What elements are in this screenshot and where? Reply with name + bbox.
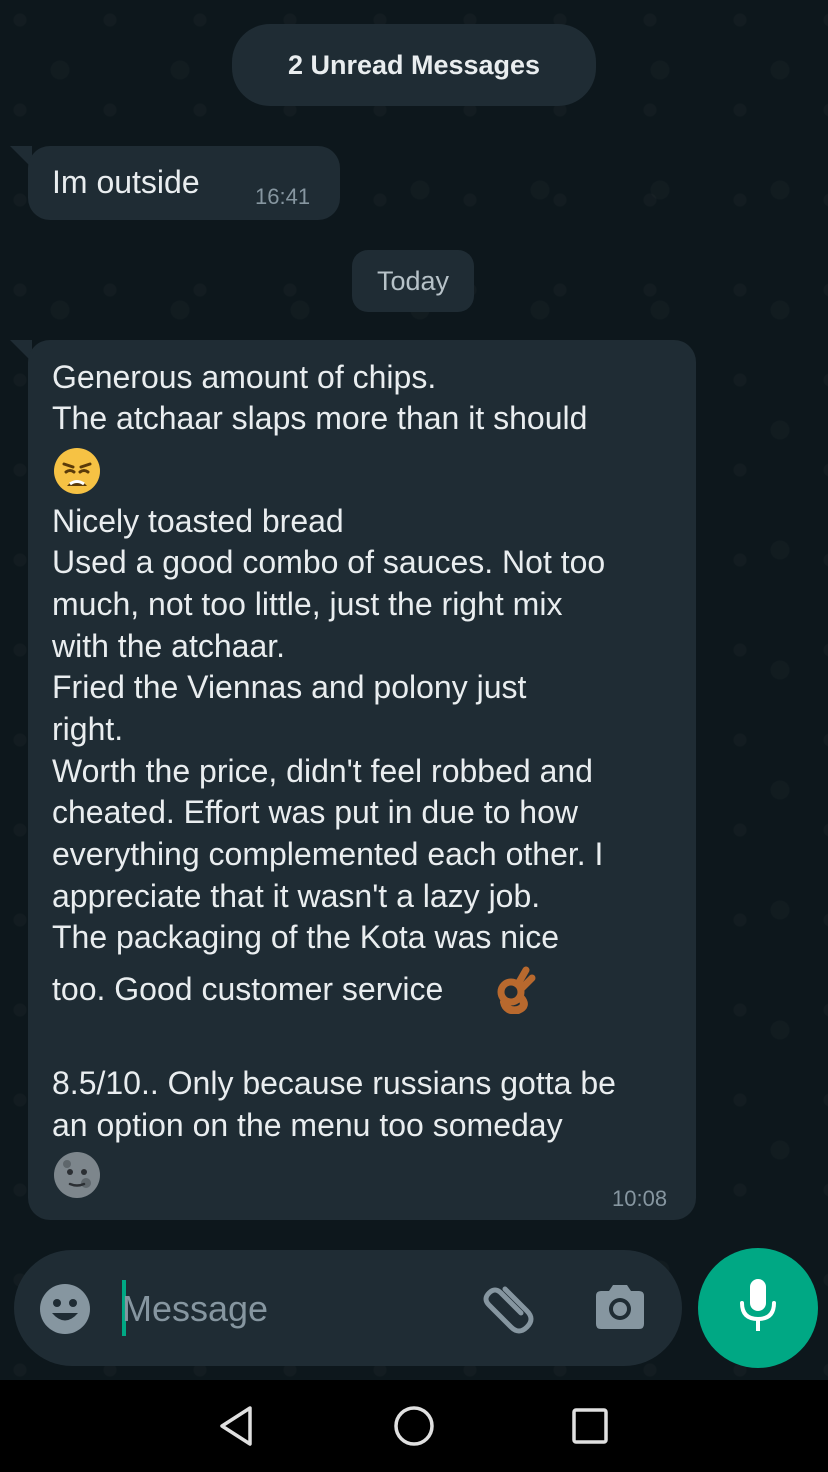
message-line: Worth the price, didn't feel robbed and bbox=[52, 753, 593, 789]
message-line: an option on the menu too someday bbox=[52, 1107, 563, 1143]
new-moon-face-emoji bbox=[52, 1150, 102, 1200]
message-line: Used a good combo of sauces. Not too bbox=[52, 544, 606, 580]
back-triangle-icon[interactable] bbox=[216, 1404, 256, 1453]
date-separator-label: Today bbox=[376, 265, 450, 296]
mic-icon bbox=[736, 1277, 780, 1340]
message-line: cheated. Effort was put in due to how bbox=[52, 794, 578, 830]
smiley-icon[interactable] bbox=[38, 1282, 92, 1341]
message-line: too. Good customer service bbox=[52, 971, 444, 1007]
weary-face-emoji bbox=[52, 446, 102, 496]
message-line: appreciate that it wasn't a lazy job. bbox=[52, 878, 541, 914]
message-line: much, not too little, just the right mix bbox=[52, 586, 563, 622]
message-line: Generous amount of chips. bbox=[52, 359, 437, 395]
camera-icon[interactable] bbox=[592, 1282, 648, 1337]
message-line: right. bbox=[52, 711, 124, 747]
message-line: The packaging of the Kota was nice bbox=[52, 919, 559, 955]
message-line: everything complemented each other. I bbox=[52, 836, 604, 872]
message-time: 10:08 bbox=[612, 1186, 668, 1211]
paperclip-icon[interactable] bbox=[478, 1282, 536, 1343]
message-text: Im outside bbox=[52, 164, 200, 200]
message-line: Nicely toasted bread bbox=[52, 503, 344, 539]
home-circle-icon[interactable] bbox=[392, 1404, 436, 1453]
message-line: 8.5/10.. Only because russians gotta be bbox=[52, 1065, 616, 1101]
message-input[interactable] bbox=[120, 1276, 464, 1342]
unread-messages-banner: 2 Unread Messages bbox=[232, 24, 596, 106]
message-time: 16:41 bbox=[255, 184, 311, 209]
date-separator: Today bbox=[352, 250, 474, 312]
voice-message-button[interactable] bbox=[698, 1248, 818, 1368]
unread-messages-label: 2 Unread Messages bbox=[287, 49, 541, 80]
message-line: with the atchaar. bbox=[52, 628, 286, 664]
ok-hand-emoji bbox=[494, 966, 538, 1014]
message-line: The atchaar slaps more than it should bbox=[52, 400, 588, 436]
message-line: Fried the Viennas and polony just bbox=[52, 669, 527, 705]
recents-square-icon[interactable] bbox=[570, 1406, 610, 1451]
